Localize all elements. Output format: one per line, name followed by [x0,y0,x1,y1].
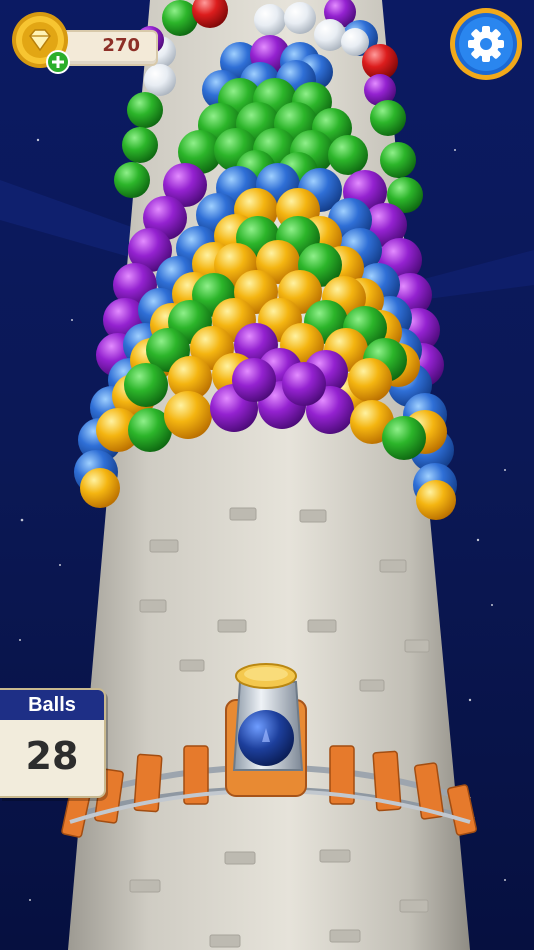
bubble [380,142,416,178]
gem-bar: 270 [60,30,158,66]
bubble [416,480,456,520]
bubble [122,127,158,163]
bubble [341,28,369,56]
balls-label: Balls [0,690,104,720]
gem-counter: 270 [10,10,158,74]
game-scene[interactable] [0,0,534,950]
bubble [114,162,150,198]
add-gems-button[interactable] [46,50,70,74]
balls-remaining-panel: Balls 28 [0,688,106,798]
bubble [232,358,276,402]
balls-count: 28 [25,734,79,778]
gear-icon [468,26,504,62]
bubble [254,4,286,36]
bubble [284,2,316,34]
bubble [348,358,392,402]
bubble [370,100,406,136]
settings-button[interactable] [448,6,524,82]
bubble [314,19,346,51]
bubble [164,391,212,439]
bubble [127,92,163,128]
bubble [80,468,120,508]
bubble [328,135,368,175]
bubble [124,363,168,407]
gem-count: 270 [102,35,140,56]
bubble [382,416,426,460]
bubble [282,362,326,406]
